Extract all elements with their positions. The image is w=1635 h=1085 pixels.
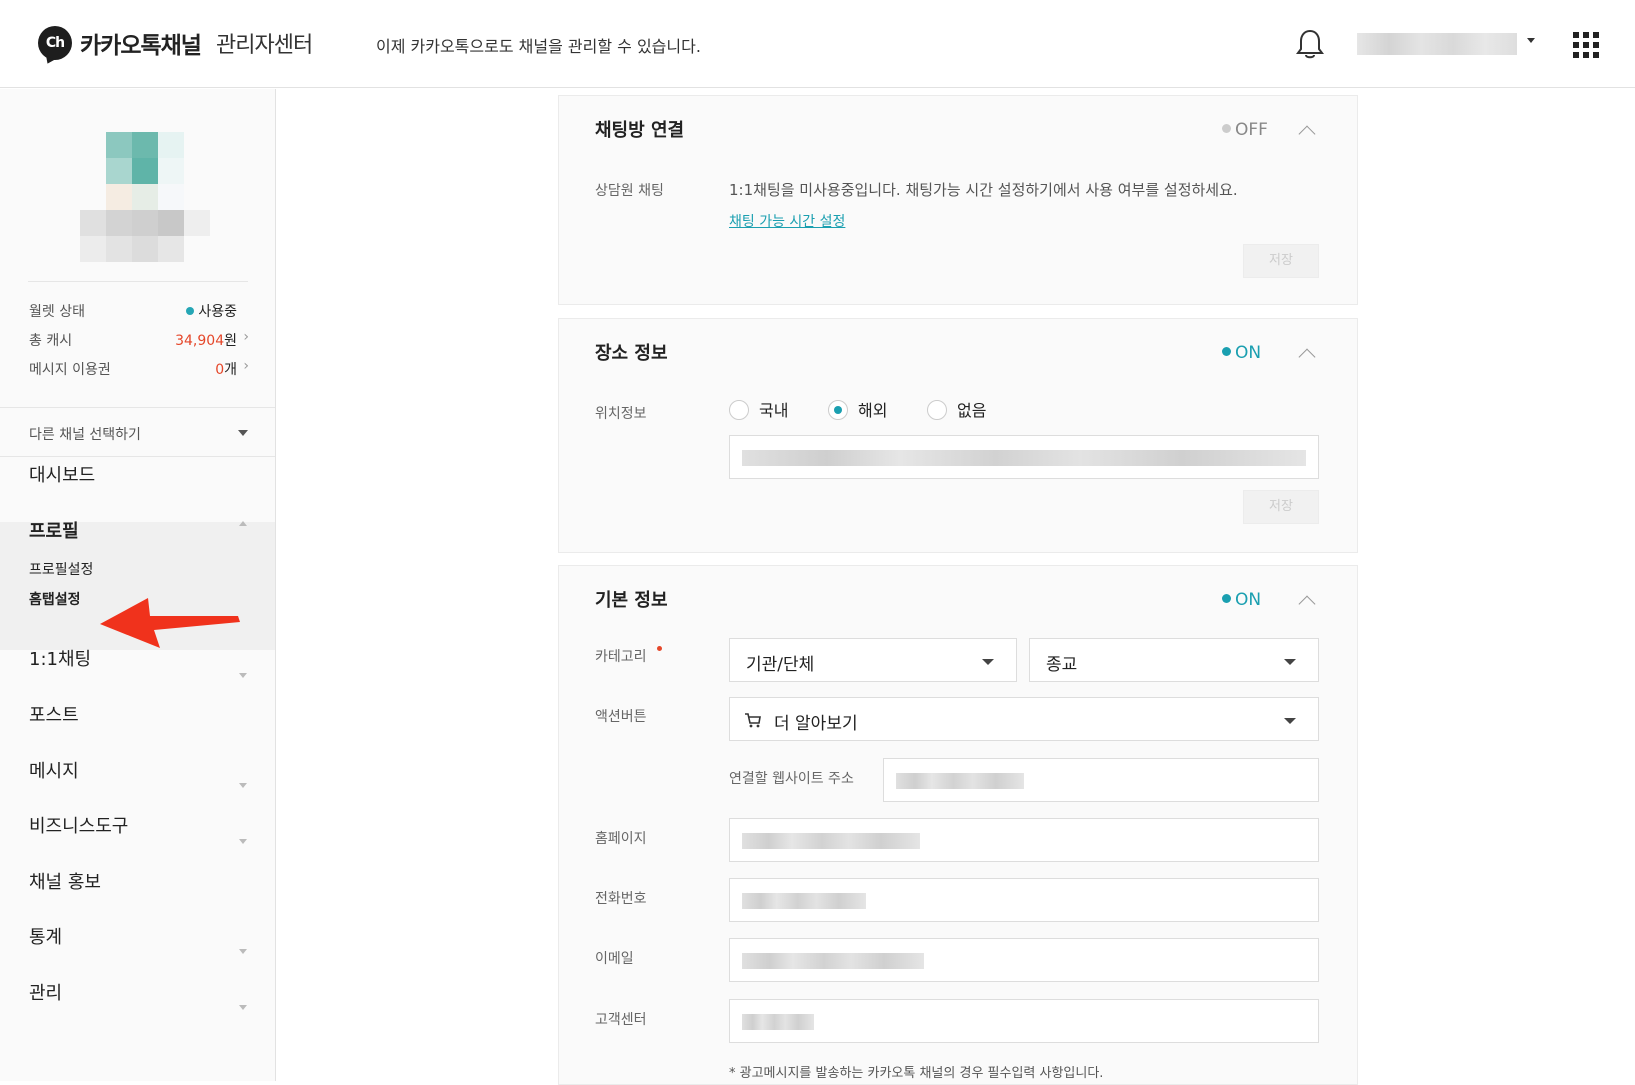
website-url-input[interactable] bbox=[883, 758, 1319, 802]
chat-hours-link[interactable]: 채팅 가능 시간 설정 bbox=[729, 211, 845, 231]
address-input[interactable] bbox=[729, 435, 1319, 479]
total-cash-value: 34,904원 bbox=[175, 333, 237, 349]
chevron-down-icon bbox=[238, 430, 248, 436]
website-url-label: 연결할 웹사이트 주소 bbox=[729, 771, 854, 787]
radio-domestic[interactable]: 국내 bbox=[729, 397, 788, 421]
channel-select-dropdown[interactable]: 다른 채널 선택하기 bbox=[0, 407, 275, 457]
location-label: 위치정보 bbox=[595, 406, 647, 422]
card-title: 기본 정보 bbox=[595, 590, 668, 611]
nav-manage[interactable]: 관리 bbox=[29, 979, 62, 1005]
red-arrow-annotation bbox=[98, 596, 242, 656]
chevron-right-icon[interactable]: › bbox=[243, 358, 249, 374]
nav-profile-settings[interactable]: 프로필설정 bbox=[29, 559, 93, 579]
email-label: 이메일 bbox=[595, 951, 634, 967]
customer-center-label: 고객센터 bbox=[595, 1012, 647, 1028]
card-title: 장소 정보 bbox=[595, 343, 668, 364]
account-caret-icon[interactable] bbox=[1527, 38, 1535, 43]
redacted-homepage bbox=[742, 833, 920, 849]
header-notice[interactable]: 이제 카카오톡으로도 채널을 관리할 수 있습니다. bbox=[376, 33, 701, 57]
wallet-status-label: 월렛 상태 bbox=[29, 304, 85, 320]
email-input[interactable] bbox=[729, 938, 1319, 982]
nav-profile[interactable]: 프로필 bbox=[29, 517, 79, 543]
kakao-channel-logo[interactable]: Ch bbox=[38, 26, 72, 60]
category-2-value: 종교 bbox=[1046, 655, 1078, 675]
nav-message[interactable]: 메시지 bbox=[29, 757, 79, 783]
nav-promotion[interactable]: 채널 홍보 bbox=[29, 868, 101, 894]
status-dot bbox=[186, 307, 195, 315]
save-button[interactable]: 저장 bbox=[1243, 490, 1319, 524]
message-voucher-label: 메시지 이용권 bbox=[29, 362, 111, 378]
collapse-chevron-icon[interactable] bbox=[1298, 595, 1316, 613]
apps-grid-icon[interactable] bbox=[1573, 32, 1599, 58]
message-voucher-row[interactable]: 메시지 이용권 0개 › bbox=[29, 358, 249, 379]
brand-subtitle: 관리자센터 bbox=[216, 33, 313, 58]
chevron-down-icon[interactable] bbox=[239, 673, 247, 678]
redacted-email bbox=[742, 953, 924, 969]
chevron-down-icon bbox=[982, 659, 994, 665]
chevron-down-icon bbox=[1284, 659, 1296, 665]
homepage-input[interactable] bbox=[729, 818, 1319, 862]
top-header: Ch 카카오톡채널 관리자센터 이제 카카오톡으로도 채널을 관리할 수 있습니… bbox=[0, 0, 1635, 88]
phone-label: 전화번호 bbox=[595, 891, 647, 907]
total-cash-row[interactable]: 총 캐시 34,904원 › bbox=[29, 329, 249, 350]
action-button-label: 액션버튼 bbox=[595, 709, 647, 725]
account-name[interactable] bbox=[1357, 33, 1517, 55]
radio-overseas[interactable]: 해외 bbox=[828, 397, 887, 421]
basic-info-toggle[interactable]: ON bbox=[1222, 590, 1261, 610]
basic-info-card: 기본 정보 ON 카테고리 기관/단체 종교 액션버튼 더 알아보기 연결할 웹… bbox=[558, 565, 1358, 1085]
chevron-down-icon[interactable] bbox=[239, 949, 247, 954]
redacted-customer-center bbox=[742, 1014, 814, 1030]
nav-stats[interactable]: 통계 bbox=[29, 923, 62, 949]
wallet-status-value: 사용중 bbox=[186, 301, 237, 321]
redacted-address bbox=[742, 450, 1306, 466]
sidebar: 월렛 상태 사용중 총 캐시 34,904원 › 메시지 이용권 0개 › 다른… bbox=[0, 89, 276, 1081]
category-select-2[interactable]: 종교 bbox=[1029, 638, 1319, 682]
required-footnote: * 광고메시지를 발송하는 카카오톡 채널의 경우 필수입력 사항입니다. bbox=[729, 1066, 1104, 1081]
card-title: 채팅방 연결 bbox=[595, 120, 685, 141]
redacted-phone bbox=[742, 893, 866, 909]
action-button-select[interactable]: 더 알아보기 bbox=[729, 697, 1319, 741]
chevron-down-icon[interactable] bbox=[239, 783, 247, 788]
brand-title[interactable]: 카카오톡채널 bbox=[80, 26, 202, 60]
nav-dashboard[interactable]: 대시보드 bbox=[29, 461, 95, 487]
action-button-value: 더 알아보기 bbox=[774, 714, 858, 734]
chevron-up-icon[interactable] bbox=[239, 521, 247, 526]
nav-business-tools[interactable]: 비즈니스도구 bbox=[29, 812, 128, 838]
category-1-value: 기관/단체 bbox=[746, 655, 815, 675]
place-info-toggle[interactable]: ON bbox=[1222, 343, 1261, 363]
bell-icon[interactable] bbox=[1296, 28, 1324, 64]
wallet-status-row: 월렛 상태 사용중 bbox=[29, 301, 249, 321]
channel-select-label: 다른 채널 선택하기 bbox=[29, 427, 141, 443]
save-button[interactable]: 저장 bbox=[1243, 244, 1319, 278]
chevron-down-icon[interactable] bbox=[239, 1005, 247, 1010]
radio-none[interactable]: 없음 bbox=[927, 397, 986, 421]
agent-chat-description: 1:1채팅을 미사용중입니다. 채팅가능 시간 설정하기에서 사용 여부를 설정… bbox=[729, 181, 1238, 199]
nav-home-tab-settings[interactable]: 홈탭설정 bbox=[29, 589, 81, 609]
total-cash-label: 총 캐시 bbox=[29, 333, 73, 349]
place-info-card: 장소 정보 ON 위치정보 국내 해외 없음 저장 bbox=[558, 318, 1358, 553]
chat-connect-card: 채팅방 연결 OFF 상담원 채팅 1:1채팅을 미사용중입니다. 채팅가능 시… bbox=[558, 95, 1358, 305]
chevron-right-icon[interactable]: › bbox=[243, 329, 249, 345]
message-voucher-value: 0개 bbox=[215, 362, 237, 378]
phone-input[interactable] bbox=[729, 878, 1319, 922]
shopping-cart-icon bbox=[744, 711, 762, 734]
collapse-chevron-icon[interactable] bbox=[1298, 348, 1316, 366]
collapse-chevron-icon[interactable] bbox=[1298, 125, 1316, 143]
customer-center-input[interactable] bbox=[729, 999, 1319, 1043]
required-indicator bbox=[657, 646, 662, 651]
homepage-label: 홈페이지 bbox=[595, 831, 647, 847]
chevron-down-icon bbox=[1284, 718, 1296, 724]
divider bbox=[28, 281, 248, 282]
chat-connect-toggle[interactable]: OFF bbox=[1222, 120, 1268, 140]
category-select-1[interactable]: 기관/단체 bbox=[729, 638, 1017, 682]
chevron-down-icon[interactable] bbox=[239, 839, 247, 844]
redacted-website bbox=[896, 773, 1024, 789]
agent-chat-label: 상담원 채팅 bbox=[595, 183, 664, 199]
category-label: 카테고리 bbox=[595, 649, 647, 665]
nav-post[interactable]: 포스트 bbox=[29, 701, 79, 727]
nav-chat[interactable]: 1:1채팅 bbox=[29, 645, 91, 671]
profile-image[interactable] bbox=[80, 132, 210, 264]
